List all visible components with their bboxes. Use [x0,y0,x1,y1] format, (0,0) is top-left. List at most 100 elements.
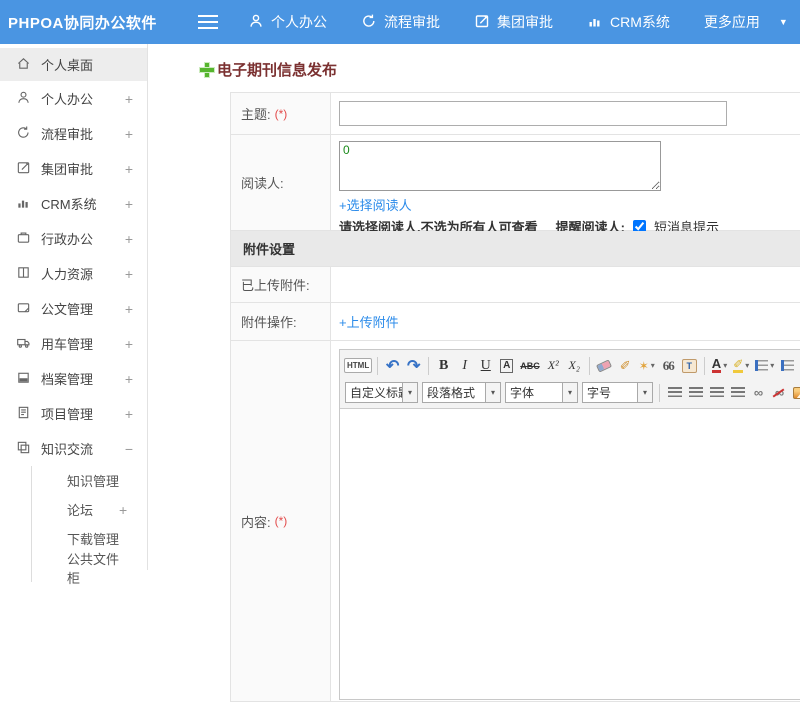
sidebar-subitem-forum[interactable]: 论坛 + [32,495,147,524]
align-right-button[interactable] [707,382,726,404]
redo-icon[interactable]: ↷ [404,355,423,377]
sidebar-item-vehicle-mgmt[interactable]: 用车管理 + [0,326,147,361]
top-header: PHPOA协同办公软件 个人办公 流程审批 集团审批 CRM系统 更多应用 ▼ [0,0,800,44]
subscript-button[interactable]: X₂ [565,355,584,377]
archive-icon [16,370,31,388]
expand-icon[interactable]: + [125,266,133,282]
caret-down-icon: ▼ [778,17,788,27]
sidebar-item-label: 个人办公 [41,92,94,107]
nav-label: 更多应用 [703,14,760,30]
sidebar-subitem-public-cabinet[interactable]: 公共文件柜 [32,552,147,586]
upload-attachment-link[interactable]: +上传附件 [339,312,399,331]
insert-image-button[interactable] [791,382,800,404]
sidebar-item-label: CRM系统 [41,197,97,212]
green-plus-icon [199,62,215,78]
editor-content-area[interactable] [340,409,800,699]
caret-down-icon: ▾ [770,361,775,370]
justify-button[interactable] [728,382,747,404]
unordered-list-icon [781,360,795,371]
superscript-button[interactable]: X² [544,355,563,377]
remove-link-button[interactable]: ∞ [770,382,789,404]
ordered-list-button[interactable]: ▾ [753,355,776,377]
expand-icon[interactable]: + [119,502,127,518]
nav-crm[interactable]: CRM系统 [587,12,670,32]
autotypeset-wand-button[interactable]: ✶ ▾ [637,355,657,377]
subject-row: 主题: (*) [231,93,800,135]
bold-button[interactable]: B [434,355,453,377]
sidebar-item-label: 知识交流 [41,442,94,457]
paragraph-format-select[interactable]: 段落格式 ▾ [422,382,501,403]
expand-icon[interactable]: + [125,161,133,177]
nav-group-approval[interactable]: 集团审批 [474,12,553,32]
readers-label: 阅读人: [241,176,284,191]
italic-button[interactable]: I [455,355,474,377]
sidebar-subitem-label: 知识管理 [67,474,120,489]
sidebar-item-label: 行政办公 [41,232,94,247]
attachments-section-row: 附件设置 [231,231,800,267]
nav-more-apps[interactable]: 更多应用 ▼ [704,12,788,32]
underline-button[interactable]: U [476,355,495,377]
subject-label-cell: 主题: (*) [231,93,331,134]
sidebar-item-admin-office[interactable]: 行政办公 + [0,221,147,256]
align-center-icon [688,387,703,398]
strikethrough-button[interactable]: ABC [518,355,542,377]
unordered-list-button[interactable] [778,355,797,377]
font-box-button[interactable]: A [497,355,516,377]
sidebar-item-workflow-approval[interactable]: 流程审批 + [0,116,147,151]
caret-down-icon: ▾ [637,383,652,402]
page-title-row: 电子期刊信息发布 [149,44,800,92]
collapse-icon[interactable]: − [125,441,133,457]
align-left-button[interactable] [665,382,684,404]
readers-value-cell: 0 +选择阅读人 请选择阅读人,不选为所有人可查看 提醒阅读人: 短消息提示 [331,135,800,235]
nav-personal-office[interactable]: 个人办公 [248,12,327,32]
font-color-button[interactable]: A ▾ [710,355,729,377]
expand-icon[interactable]: + [125,196,133,212]
select-readers-link[interactable]: +选择阅读人 [339,195,412,214]
expand-icon[interactable]: + [125,126,133,142]
sidebar-item-group-approval[interactable]: 集团审批 + [0,151,147,186]
font-family-select[interactable]: 字体 ▾ [505,382,578,403]
menu-toggle-icon[interactable] [198,15,218,29]
sidebar-item-archive-mgmt[interactable]: 档案管理 + [0,361,147,396]
expand-icon[interactable]: + [125,301,133,317]
sidebar-item-knowledge-exchange[interactable]: 知识交流 − [0,431,147,466]
heading-select[interactable]: 自定义标题▾ [345,382,418,403]
content-label: 内容: [241,514,271,530]
remove-format-eraser-icon[interactable] [595,355,614,377]
sidebar-item-project-mgmt[interactable]: 项目管理 + [0,396,147,431]
align-right-icon [709,387,724,398]
sidebar-item-document-mgmt[interactable]: 公文管理 + [0,291,147,326]
sidebar-item-crm[interactable]: CRM系统 + [0,186,147,221]
sidebar-item-personal-office[interactable]: 个人办公 + [0,81,147,116]
subject-input[interactable] [339,101,727,126]
toolbar-separator [428,356,430,375]
expand-icon[interactable]: + [125,91,133,107]
nav-workflow-approval[interactable]: 流程审批 [361,12,440,32]
sidebar-item-label: 档案管理 [41,372,94,387]
sidebar-subitem-knowledge-mgmt[interactable]: 知识管理 [32,466,147,495]
align-center-button[interactable] [686,382,705,404]
expand-icon[interactable]: + [125,406,133,422]
expand-icon[interactable]: + [125,231,133,247]
content-label-cell: 内容: (*) [231,341,331,701]
sidebar-item-label: 个人桌面 [41,58,94,73]
image-icon [793,386,800,399]
font-size-select[interactable]: 字号 ▾ [582,382,653,403]
sidebar-item-desktop[interactable]: 个人桌面 [0,48,147,81]
blockquote-button[interactable]: 66 [659,355,678,377]
expand-icon[interactable]: + [125,336,133,352]
nav-label: 流程审批 [384,14,440,30]
paste-text-button[interactable]: T [680,355,699,377]
format-brush-icon[interactable]: ✐ [616,355,635,377]
undo-icon[interactable]: ↶ [383,355,402,377]
expand-icon[interactable]: + [125,371,133,387]
highlight-color-button[interactable]: ✐ ▾ [731,355,751,377]
sidebar-subitem-label: 公共文件柜 [67,551,120,586]
insert-link-button[interactable]: ∞ [749,382,768,404]
html-source-button[interactable]: HTML [344,358,373,373]
sidebar-item-label: 用车管理 [41,337,94,352]
subject-label: 主题: [241,107,271,122]
readers-textarea[interactable]: 0 [339,141,661,191]
sidebar-item-hr[interactable]: 人力资源 + [0,256,147,291]
briefcase-icon [16,230,31,248]
